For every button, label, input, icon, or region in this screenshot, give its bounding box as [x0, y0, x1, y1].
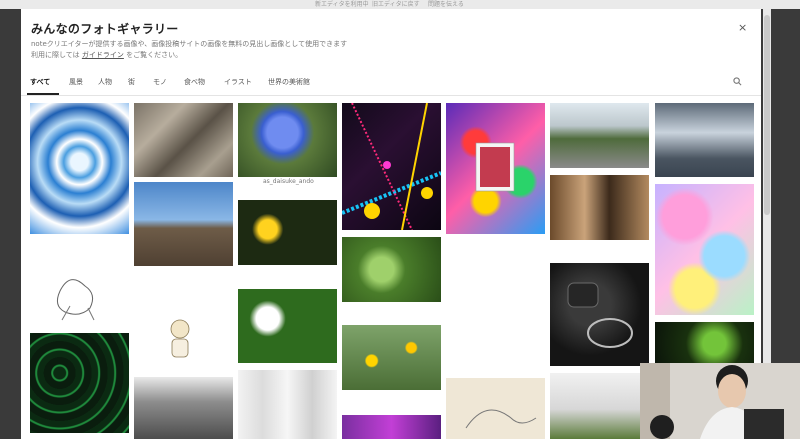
topbar-status: 新エディタを利用中 [315, 1, 369, 8]
gallery-photo-curtain[interactable] [238, 370, 337, 439]
gallery-photo-road[interactable] [550, 103, 649, 168]
webcam-overlay [640, 363, 800, 439]
gallery-photo-character[interactable] [134, 309, 233, 373]
topbar-revert-link[interactable]: 旧エディタに戻す [372, 0, 420, 9]
guideline-suffix: をご覧ください。 [126, 51, 183, 59]
gallery-photo-yellow-flowers[interactable] [238, 200, 337, 265]
tab-things[interactable]: モノ [153, 77, 167, 87]
gallery-photo-flowers-blue[interactable] [238, 103, 337, 177]
modal-title: みんなのフォトギャラリー [31, 22, 179, 36]
gallery-photo-interior[interactable] [550, 175, 649, 240]
gallery-photo-white-flowers[interactable] [238, 289, 337, 363]
gallery-photo-sky[interactable] [655, 103, 754, 177]
close-icon[interactable]: × [738, 21, 747, 34]
gallery-photo-colorful-box[interactable] [446, 103, 545, 234]
tab-all[interactable]: すべて [30, 77, 50, 87]
gallery-photo-kaleidoscope[interactable] [30, 103, 129, 234]
gallery-photo-leaves[interactable] [342, 237, 441, 302]
gallery-photo-rails[interactable] [134, 377, 233, 439]
gallery-photo-neon[interactable] [342, 103, 441, 230]
gallery-photo-yellow-balls[interactable] [342, 325, 441, 390]
photo-credit: as_daisuke_ando [263, 178, 314, 185]
modal-description: noteクリエイターが提供する画像や、画像投稿サイトの画像を無料の見出し画像とし… [31, 40, 348, 48]
gallery-photo-green-dark[interactable] [655, 322, 754, 365]
topbar-feedback-link[interactable]: 問題を伝える [428, 0, 464, 9]
gallery-photo-girl[interactable] [550, 373, 649, 439]
gallery-photo-dark-pattern[interactable] [30, 333, 129, 433]
tab-people[interactable]: 人物 [98, 77, 112, 87]
gallery-photo-sketch-2[interactable] [446, 378, 545, 439]
guideline-link[interactable]: ガイドライン [82, 51, 124, 59]
category-tabs: すべて 風景 人物 街 モノ 食べ物 イラスト 世界の美術館 [21, 73, 761, 96]
search-icon[interactable] [733, 77, 742, 89]
gallery-photo-stones[interactable] [134, 103, 233, 177]
tab-world-museums[interactable]: 世界の美術館 [268, 77, 310, 87]
gallery-photo-purple[interactable] [342, 415, 441, 439]
modal-description-guideline: 利用に際しては ガイドライン をご覧ください。 [31, 50, 182, 60]
gallery-photo-pastel[interactable] [655, 184, 754, 315]
editor-topbar: 新エディタを利用中 旧エディタに戻す 問題を伝える [0, 0, 800, 9]
gallery-photo-field[interactable] [134, 182, 233, 266]
tab-food[interactable]: 食べ物 [184, 77, 205, 87]
guideline-prefix: 利用に際しては [31, 51, 80, 59]
gallery-photo-sketch[interactable] [30, 261, 129, 331]
modal-scrollbar[interactable] [763, 9, 771, 364]
tab-landscape[interactable]: 風景 [69, 77, 83, 87]
active-tab-indicator [27, 93, 59, 95]
tab-illustration[interactable]: イラスト [224, 77, 252, 87]
scrollbar-thumb[interactable] [764, 15, 770, 215]
tab-city[interactable]: 街 [128, 77, 135, 87]
gallery-photo-bike[interactable] [550, 263, 649, 366]
